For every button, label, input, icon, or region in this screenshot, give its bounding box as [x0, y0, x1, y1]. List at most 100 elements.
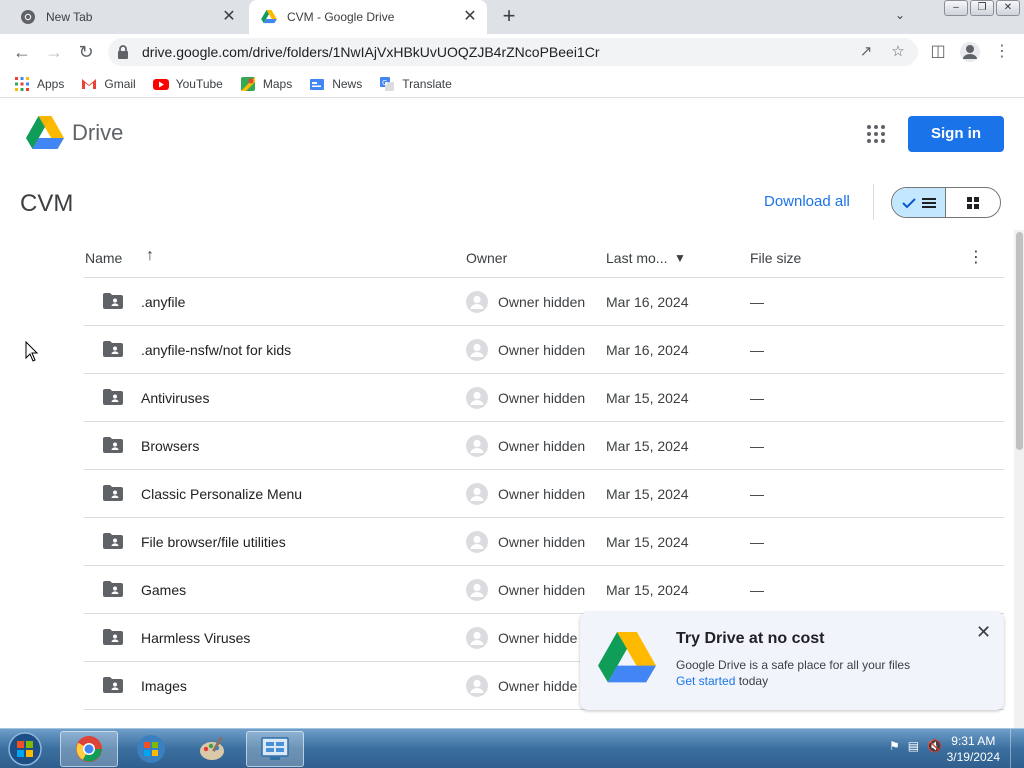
minimize-icon[interactable]: – — [944, 0, 968, 16]
list-view-button[interactable] — [892, 188, 947, 217]
bookmark-label: News — [332, 76, 363, 91]
owner-avatar-icon — [466, 339, 488, 361]
reload-icon[interactable]: ↻ — [74, 40, 98, 64]
close-tab-icon[interactable]: ✕ — [220, 8, 238, 26]
address-bar[interactable]: drive.google.com/drive/folders/1NwIAjVxH… — [108, 38, 918, 66]
windows-logo-icon — [137, 735, 165, 763]
owner-name: Owner hidde — [498, 678, 578, 694]
bookmark-label: Maps — [262, 76, 293, 91]
sort-ascending-icon[interactable]: ↑ — [146, 247, 154, 265]
taskbar-control-panel-button[interactable] — [246, 731, 304, 767]
owner-avatar-icon — [466, 483, 488, 505]
action-center-icon[interactable]: ⚑ — [889, 739, 900, 753]
table-row[interactable]: File browser/file utilities Owner hidden M… — [84, 518, 1004, 566]
file-name: Classic Personalize Menu — [141, 486, 303, 502]
column-header-file-size[interactable]: File size — [750, 250, 801, 266]
more-options-icon[interactable]: ⋮ — [968, 247, 984, 267]
more-menu-icon[interactable]: ⋮ — [990, 40, 1014, 64]
side-panel-icon[interactable]: ◫ — [926, 40, 950, 64]
table-row[interactable]: .anyfile Owner hidden Mar 16, 2024 — — [84, 278, 1004, 326]
taskbar-paint-button[interactable] — [184, 731, 242, 767]
drive-header: Drive Sign in — [0, 102, 1024, 166]
last-modified-date: Mar 15, 2024 — [606, 438, 689, 454]
file-name: Games — [141, 582, 187, 598]
scrollbar-thumb[interactable] — [1016, 232, 1023, 450]
drive-icon — [261, 10, 277, 24]
file-name: .anyfile — [141, 294, 186, 310]
network-icon[interactable]: ▤ — [908, 739, 919, 753]
column-header-name[interactable]: Name — [85, 250, 122, 266]
tab-new-tab[interactable]: New Tab ✕ — [10, 0, 246, 34]
taskbar-windows-button[interactable] — [122, 731, 180, 767]
bookmark-gmail[interactable]: Gmail — [81, 76, 136, 92]
restore-icon[interactable]: ❐ — [970, 0, 994, 16]
new-tab-button[interactable]: + — [498, 5, 520, 27]
tab-cvm-google-drive[interactable]: CVM - Google Drive ✕ — [249, 0, 487, 34]
close-window-icon[interactable]: ✕ — [996, 0, 1020, 16]
table-row[interactable]: .anyfile-nsfw/not for kids Owner hidden Ma… — [84, 326, 1004, 374]
tab-search-chevron-icon[interactable]: ⌄ — [895, 8, 905, 22]
grid-view-button[interactable] — [946, 188, 1000, 217]
table-row[interactable]: Games Owner hidden Mar 15, 2024 — — [84, 566, 1004, 614]
profile-avatar-icon[interactable] — [958, 40, 982, 64]
forward-arrow-icon[interactable]: → — [42, 40, 66, 64]
taskbar-chrome-button[interactable] — [60, 731, 118, 767]
close-promo-icon[interactable]: ✕ — [976, 622, 991, 643]
start-button-icon[interactable] — [6, 731, 44, 767]
paint-icon — [200, 736, 224, 760]
clock[interactable]: 9:31 AM 3/19/2024 — [947, 733, 1000, 765]
bookmark-apps[interactable]: Apps — [14, 76, 64, 92]
table-row[interactable]: Classic Personalize Menu Owner hidden Mar … — [84, 470, 1004, 518]
close-tab-icon[interactable]: ✕ — [461, 8, 479, 26]
owner-name: Owner hidden — [498, 582, 586, 598]
get-started-link[interactable]: Get started — [676, 674, 735, 688]
chrome-icon — [21, 10, 35, 24]
view-toggle — [891, 187, 1001, 218]
shared-folder-icon — [103, 533, 123, 549]
promo-cta-suffix: today — [738, 674, 769, 688]
file-size: — — [750, 342, 764, 358]
sign-in-button[interactable]: Sign in — [908, 116, 1004, 152]
tab-strip: New Tab ✕ CVM - Google Drive ✕ + ⌄ – ❐ ✕ — [0, 0, 1024, 34]
share-icon[interactable]: ↗ — [856, 42, 876, 62]
file-name: Harmless Viruses — [141, 630, 251, 646]
file-size: — — [750, 390, 764, 406]
owner-avatar-icon — [466, 579, 488, 601]
shared-folder-icon — [103, 437, 123, 453]
google-drive-logo-icon[interactable] — [26, 116, 64, 150]
bookmark-translate[interactable]: G Translate — [379, 76, 452, 92]
apps-grid-icon — [15, 76, 29, 91]
dropdown-arrow-icon[interactable]: ▼ — [674, 251, 686, 265]
bookmark-star-icon[interactable]: ☆ — [888, 42, 908, 62]
bookmark-youtube[interactable]: YouTube — [152, 76, 223, 92]
product-name[interactable]: Drive — [72, 120, 123, 146]
column-header-owner: Owner — [466, 250, 508, 266]
show-desktop-button[interactable] — [1010, 729, 1024, 768]
list-icon — [921, 197, 936, 208]
grid-icon — [967, 196, 979, 209]
lock-icon[interactable] — [116, 44, 130, 60]
url-text: drive.google.com/drive/folders/1NwIAjVxH… — [142, 44, 600, 60]
owner-name: Owner hidden — [498, 534, 586, 550]
promo-title: Try Drive at no cost — [676, 630, 825, 647]
back-arrow-icon[interactable]: ← — [10, 40, 34, 64]
google-apps-icon[interactable] — [866, 124, 886, 144]
owner-avatar-icon — [466, 291, 488, 313]
table-row[interactable]: Antiviruses Owner hidden Mar 15, 2024 — — [84, 374, 1004, 422]
download-all-button[interactable]: Download all — [764, 193, 850, 210]
table-row[interactable]: Browsers Owner hidden Mar 15, 2024 — — [84, 422, 1004, 470]
bookmark-news[interactable]: News — [309, 76, 362, 92]
owner-name: Owner hidden — [498, 486, 586, 502]
owner-avatar-icon — [466, 627, 488, 649]
bookmark-label: YouTube — [175, 76, 223, 91]
try-drive-promo: Try Drive at no cost Google Drive is a s… — [580, 612, 1004, 710]
browser-toolbar: ← → ↻ drive.google.com/drive/folders/1Nw… — [0, 34, 1024, 70]
mouse-cursor-icon — [25, 341, 39, 362]
volume-muted-icon[interactable]: 🔇 — [927, 739, 942, 753]
shared-folder-icon — [103, 677, 123, 693]
youtube-icon — [152, 78, 169, 90]
last-modified-date: Mar 16, 2024 — [606, 294, 689, 310]
promo-body: Google Drive is a safe place for all you… — [676, 658, 911, 672]
column-header-last-modified[interactable]: Last mo... — [606, 250, 667, 266]
bookmark-maps[interactable]: Maps — [240, 76, 292, 92]
